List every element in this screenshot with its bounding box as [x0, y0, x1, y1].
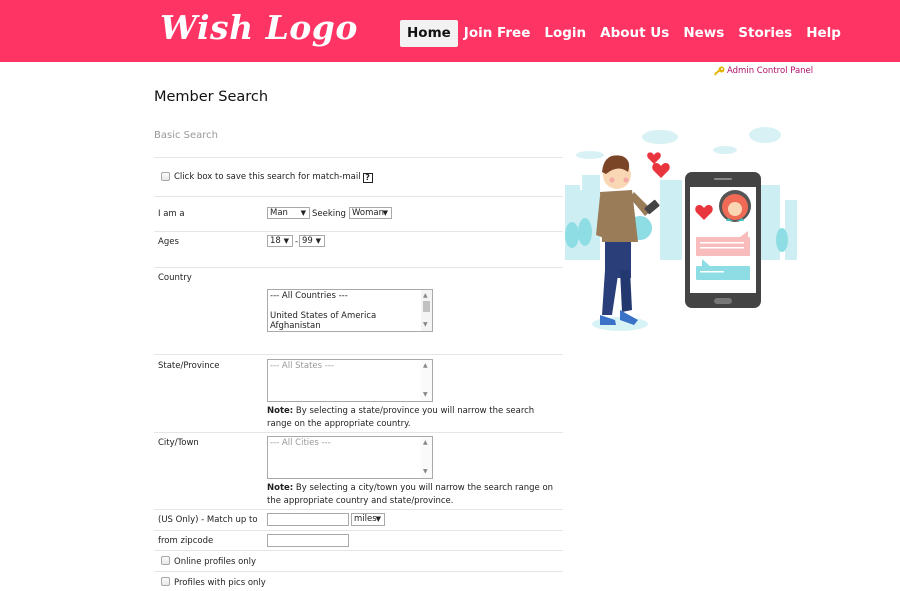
- dating-illustration: [560, 120, 800, 345]
- dropdown-arrow-icon: ▼: [300, 209, 306, 217]
- scroll-down-icon[interactable]: ▼: [423, 390, 428, 400]
- age-from-value: 18: [270, 236, 281, 246]
- online-only-label: Online profiles only: [174, 557, 257, 567]
- distance-label: (US Only) - Match up to: [158, 515, 258, 525]
- seeking-select[interactable]: Woman ▼: [349, 207, 392, 219]
- country-label: Country: [158, 273, 192, 283]
- divider: [154, 354, 563, 355]
- cloud-icon: [576, 127, 781, 159]
- nav-news[interactable]: News: [676, 20, 731, 47]
- city-label: City/Town: [158, 438, 199, 448]
- scroll-up-icon[interactable]: ▲: [423, 361, 428, 371]
- zipcode-label: from zipcode: [158, 536, 214, 546]
- pics-only-label: Profiles with pics only: [174, 578, 266, 588]
- chat-bubble-pink: [696, 237, 750, 256]
- scroll-down-icon[interactable]: ▼: [423, 467, 428, 477]
- nav-login[interactable]: Login: [537, 20, 593, 47]
- state-listbox[interactable]: --- All States --- ▲ ▼: [267, 359, 433, 402]
- help-icon[interactable]: ?: [362, 173, 373, 183]
- distance-unit-value: miles: [354, 514, 377, 524]
- divider: [154, 571, 563, 572]
- page-title: Member Search: [154, 89, 269, 105]
- seeking-label: Seeking a: [312, 209, 354, 219]
- divider: [154, 509, 563, 510]
- divider: [154, 267, 563, 268]
- dropdown-arrow-icon: ▼: [315, 237, 321, 245]
- scrollbar[interactable]: ▲ ▼: [421, 360, 432, 401]
- divider: [154, 196, 563, 197]
- note-text: By selecting a state/province you will n…: [267, 406, 535, 429]
- nav-stories[interactable]: Stories: [731, 20, 799, 47]
- illustration-svg: [565, 127, 797, 331]
- nav-about-us[interactable]: About Us: [593, 20, 676, 47]
- age-to-value: 99: [302, 236, 313, 246]
- ages-label: Ages: [158, 237, 179, 247]
- save-search-checkbox[interactable]: [161, 172, 170, 181]
- nav-join-free[interactable]: Join Free: [458, 20, 538, 47]
- scrollbar[interactable]: ▲ ▼: [421, 290, 432, 331]
- scroll-up-icon[interactable]: ▲: [423, 438, 428, 448]
- city-note: Note: By selecting a city/town you will …: [267, 482, 557, 507]
- seeking-value: Woman: [352, 208, 384, 218]
- distance-input[interactable]: [267, 513, 349, 526]
- dropdown-arrow-icon: ▼: [283, 237, 289, 245]
- phone-mockup: [685, 172, 761, 308]
- country-option[interactable]: [270, 301, 430, 311]
- admin-control-panel-label: Admin Control Panel: [727, 66, 814, 76]
- city-listbox[interactable]: --- All Cities --- ▲ ▼: [267, 436, 433, 479]
- divider: [154, 550, 563, 551]
- divider: [154, 530, 563, 531]
- note-bold: Note:: [267, 483, 294, 493]
- key-icon: [713, 66, 725, 76]
- i-am-label: I am a: [158, 209, 185, 219]
- pics-only-checkbox[interactable]: [161, 577, 170, 586]
- gender-select[interactable]: Man ▼: [267, 207, 310, 219]
- nav-help[interactable]: Help: [799, 20, 848, 47]
- dropdown-arrow-icon: ▼: [382, 209, 388, 217]
- heart-icon: [647, 152, 670, 178]
- city-option[interactable]: --- All Cities ---: [270, 438, 430, 448]
- state-option[interactable]: --- All States ---: [270, 361, 430, 371]
- scrollbar[interactable]: ▲ ▼: [421, 437, 432, 478]
- age-to-select[interactable]: 99 ▼: [299, 235, 325, 247]
- chat-bubble-teal: [696, 266, 750, 280]
- age-from-select[interactable]: 18 ▼: [267, 235, 293, 247]
- header-bar: Wish Logo Home Join Free Login About Us …: [0, 0, 900, 62]
- zipcode-input[interactable]: [267, 534, 349, 547]
- country-option[interactable]: United States of America: [270, 311, 430, 321]
- age-separator: -: [295, 237, 299, 247]
- admin-control-panel-link[interactable]: Admin Control Panel: [713, 66, 813, 76]
- scroll-down-icon[interactable]: ▼: [423, 320, 428, 330]
- gender-value: Man: [270, 208, 288, 218]
- divider: [154, 432, 563, 433]
- divider: [154, 231, 563, 232]
- distance-unit-select[interactable]: miles ▼: [351, 513, 385, 526]
- divider: [154, 157, 563, 158]
- note-bold: Note:: [267, 406, 294, 416]
- man-figure: [596, 155, 652, 325]
- country-option[interactable]: --- All Countries ---: [270, 291, 430, 301]
- online-only-checkbox[interactable]: [161, 556, 170, 565]
- dropdown-arrow-icon: ▼: [375, 515, 381, 523]
- country-option[interactable]: Afghanistan: [270, 321, 430, 331]
- nav-home[interactable]: Home: [400, 20, 458, 47]
- scroll-up-icon[interactable]: ▲: [423, 291, 428, 301]
- note-text: By selecting a city/town you will narrow…: [267, 483, 554, 506]
- site-logo[interactable]: Wish Logo: [160, 8, 358, 47]
- state-note: Note: By selecting a state/province you …: [267, 405, 557, 430]
- save-search-text: Click box to save this search for match-…: [174, 172, 361, 182]
- main-nav: Home Join Free Login About Us News Stori…: [400, 20, 848, 47]
- save-search-label: Click box to save this search for match-…: [174, 172, 373, 183]
- state-label: State/Province: [158, 361, 220, 371]
- basic-search-heading: Basic Search: [154, 130, 219, 141]
- country-listbox[interactable]: --- All Countries --- United States of A…: [267, 289, 433, 332]
- scroll-thumb[interactable]: [423, 301, 430, 312]
